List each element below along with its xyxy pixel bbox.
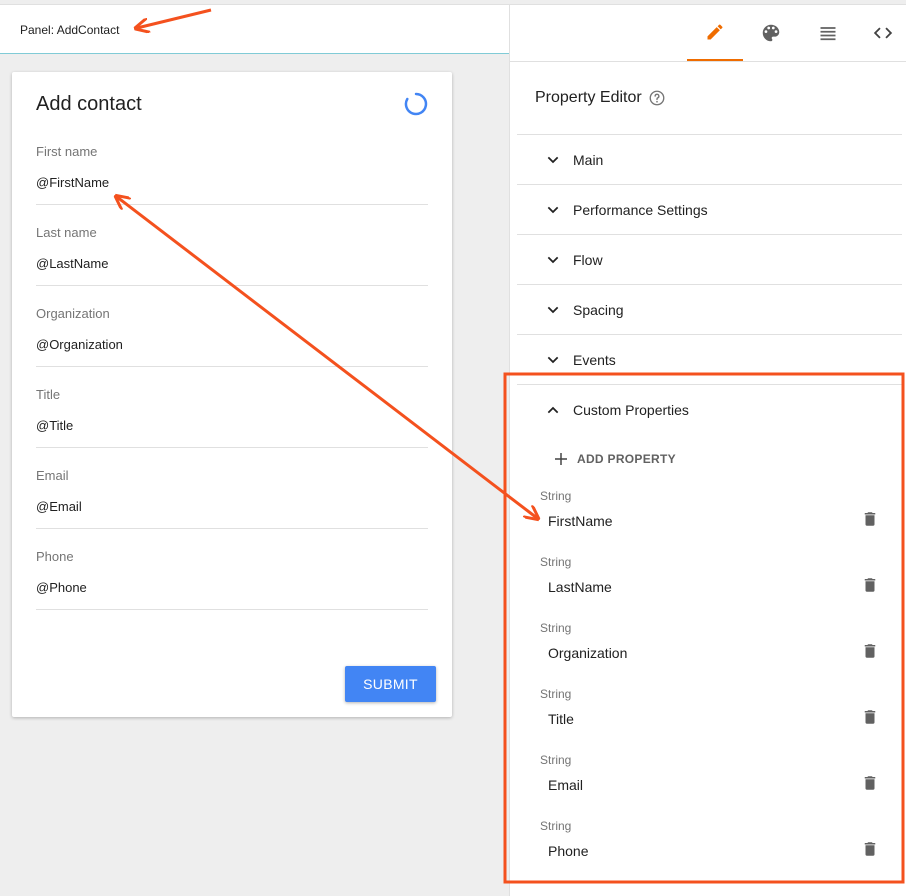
trash-icon[interactable] xyxy=(861,773,879,793)
section-flow[interactable]: Flow xyxy=(517,234,902,285)
add-property-label: ADD PROPERTY xyxy=(577,452,676,466)
field-label: First name xyxy=(36,144,98,159)
field-value[interactable]: @Title xyxy=(36,418,73,433)
field-value[interactable]: @Email xyxy=(36,499,82,514)
editor-tabs xyxy=(510,5,906,62)
chevron-down-icon xyxy=(547,256,559,264)
field-label: Email xyxy=(36,468,69,483)
email-field[interactable]: Email @Email xyxy=(36,468,428,529)
property-item[interactable]: String Phone xyxy=(540,819,885,879)
section-label: Custom Properties xyxy=(573,402,689,418)
property-type: String xyxy=(540,555,572,569)
tab-code[interactable] xyxy=(855,5,906,61)
code-icon xyxy=(873,27,893,39)
canvas-area: Panel: AddContact Add contact First name… xyxy=(0,0,510,896)
trash-icon[interactable] xyxy=(861,641,879,661)
field-value[interactable]: @Organization xyxy=(36,337,123,352)
panel-header[interactable]: Panel: AddContact xyxy=(0,4,510,54)
organization-field[interactable]: Organization @Organization xyxy=(36,306,428,367)
add-contact-card: Add contact First name @FirstName Last n… xyxy=(12,72,452,717)
section-performance-settings[interactable]: Performance Settings xyxy=(517,184,902,235)
property-type: String xyxy=(540,753,572,767)
trash-icon[interactable] xyxy=(861,839,879,859)
chevron-down-icon xyxy=(547,306,559,314)
section-main[interactable]: Main xyxy=(517,134,902,185)
trash-icon[interactable] xyxy=(861,575,879,595)
property-editor-title: Property Editor xyxy=(535,89,642,106)
palette-icon xyxy=(762,24,780,42)
first-name-field[interactable]: First name @FirstName xyxy=(36,144,428,205)
property-name[interactable]: Email xyxy=(548,777,583,793)
chevron-down-icon xyxy=(547,156,559,164)
property-name[interactable]: FirstName xyxy=(548,513,613,529)
section-label: Events xyxy=(573,352,616,368)
pencil-icon xyxy=(707,24,723,40)
last-name-field[interactable]: Last name @LastName xyxy=(36,225,428,286)
property-item[interactable]: String LastName xyxy=(540,555,885,615)
property-type: String xyxy=(540,687,572,701)
chevron-down-icon xyxy=(547,206,559,214)
property-name[interactable]: LastName xyxy=(548,579,612,595)
phone-field[interactable]: Phone @Phone xyxy=(36,549,428,610)
field-label: Organization xyxy=(36,306,110,321)
section-label: Flow xyxy=(573,252,603,268)
property-name[interactable]: Title xyxy=(548,711,574,727)
tab-properties[interactable] xyxy=(687,5,743,61)
section-spacing[interactable]: Spacing xyxy=(517,284,902,335)
section-custom-properties[interactable]: Custom Properties xyxy=(517,384,902,435)
help-icon[interactable] xyxy=(648,89,666,107)
chevron-up-icon xyxy=(547,406,559,414)
section-label: Performance Settings xyxy=(573,202,708,218)
property-type: String xyxy=(540,621,572,635)
property-type: String xyxy=(540,819,572,833)
property-type: String xyxy=(540,489,572,503)
trash-icon[interactable] xyxy=(861,707,879,727)
panel-name: Panel: AddContact xyxy=(20,23,120,37)
chevron-down-icon xyxy=(547,356,559,364)
list-icon xyxy=(820,27,836,41)
section-label: Main xyxy=(573,152,604,168)
field-value[interactable]: @LastName xyxy=(36,256,108,271)
field-value[interactable]: @Phone xyxy=(36,580,87,595)
field-label: Phone xyxy=(36,549,74,564)
field-value[interactable]: @FirstName xyxy=(36,175,109,190)
tab-style[interactable] xyxy=(743,5,799,61)
property-name[interactable]: Phone xyxy=(548,843,588,859)
property-name[interactable]: Organization xyxy=(548,645,627,661)
card-title: Add contact xyxy=(36,93,142,115)
title-field[interactable]: Title @Title xyxy=(36,387,428,448)
property-item[interactable]: String FirstName xyxy=(540,489,885,549)
field-label: Last name xyxy=(36,225,97,240)
add-property-button[interactable]: ADD PROPERTY xyxy=(553,451,676,472)
tab-outline[interactable] xyxy=(800,5,856,61)
submit-button[interactable]: SUBMIT xyxy=(345,666,436,702)
field-label: Title xyxy=(36,387,61,402)
section-label: Spacing xyxy=(573,302,624,318)
property-item[interactable]: String Title xyxy=(540,687,885,747)
property-item[interactable]: String Email xyxy=(540,753,885,813)
property-item[interactable]: String Organization xyxy=(540,621,885,681)
section-events[interactable]: Events xyxy=(517,334,902,385)
trash-icon[interactable] xyxy=(861,509,879,529)
property-editor-panel: Property Editor Main Performance Setting… xyxy=(509,4,906,896)
plus-icon xyxy=(555,453,567,465)
loading-spinner-icon xyxy=(404,92,428,116)
